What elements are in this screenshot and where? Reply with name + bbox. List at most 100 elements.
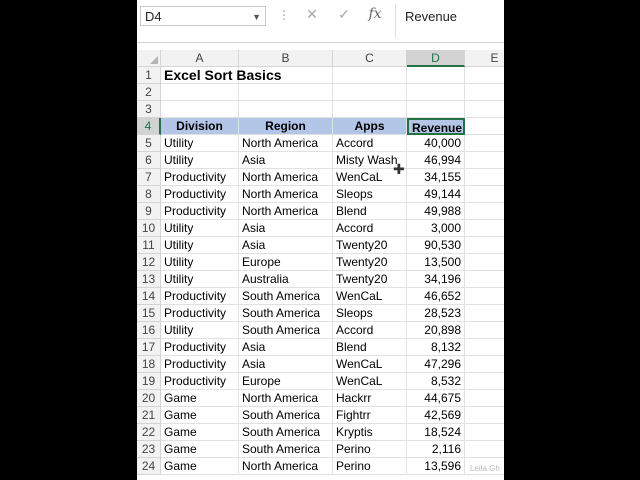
table-cell[interactable]: 20,898	[407, 322, 465, 339]
table-cell[interactable]: 46,994	[407, 152, 465, 169]
table-cell[interactable]: WenCaL	[333, 288, 407, 305]
empty-cell[interactable]	[465, 373, 504, 390]
row-header-4[interactable]: 4	[137, 118, 161, 135]
table-cell[interactable]: 13,500	[407, 254, 465, 271]
formula-input[interactable]: Revenue	[397, 6, 504, 40]
empty-cell[interactable]	[465, 135, 504, 152]
table-cell[interactable]: Productivity	[161, 339, 239, 356]
table-cell[interactable]: Productivity	[161, 203, 239, 220]
table-cell[interactable]: Productivity	[161, 169, 239, 186]
row-header-15[interactable]: 15	[137, 305, 161, 322]
table-cell[interactable]: Utility	[161, 220, 239, 237]
table-cell[interactable]: Asia	[239, 220, 333, 237]
table-cell[interactable]: Europe	[239, 373, 333, 390]
chevron-down-icon[interactable]: ▼	[252, 7, 261, 27]
row-header-14[interactable]: 14	[137, 288, 161, 305]
empty-cell[interactable]	[239, 84, 333, 101]
table-cell[interactable]: 2,116	[407, 441, 465, 458]
table-cell[interactable]: Europe	[239, 254, 333, 271]
table-cell[interactable]: Productivity	[161, 305, 239, 322]
table-cell[interactable]: Game	[161, 407, 239, 424]
table-cell[interactable]: 46,652	[407, 288, 465, 305]
table-cell[interactable]: Utility	[161, 322, 239, 339]
row-header-13[interactable]: 13	[137, 271, 161, 288]
table-cell[interactable]: Kryptis	[333, 424, 407, 441]
table-cell[interactable]: Asia	[239, 152, 333, 169]
table-cell[interactable]: 8,532	[407, 373, 465, 390]
table-cell[interactable]: 90,530	[407, 237, 465, 254]
table-cell[interactable]: South America	[239, 407, 333, 424]
column-header-c[interactable]: C	[333, 50, 407, 67]
empty-cell[interactable]	[465, 203, 504, 220]
empty-cell[interactable]	[407, 84, 465, 101]
table-header-cell[interactable]: Apps	[333, 118, 407, 135]
empty-cell[interactable]	[465, 288, 504, 305]
column-header-e[interactable]: E	[465, 50, 504, 67]
row-header-22[interactable]: 22	[137, 424, 161, 441]
cancel-icon[interactable]: ✕	[302, 6, 322, 23]
empty-cell[interactable]	[465, 271, 504, 288]
empty-cell[interactable]	[161, 84, 239, 101]
table-cell[interactable]: North America	[239, 203, 333, 220]
row-header-21[interactable]: 21	[137, 407, 161, 424]
table-cell[interactable]: South America	[239, 305, 333, 322]
table-cell[interactable]: South America	[239, 322, 333, 339]
table-cell[interactable]: Accord	[333, 322, 407, 339]
row-header-10[interactable]: 10	[137, 220, 161, 237]
table-cell[interactable]: North America	[239, 169, 333, 186]
table-cell[interactable]: Accord	[333, 135, 407, 152]
row-header-11[interactable]: 11	[137, 237, 161, 254]
row-header-6[interactable]: 6	[137, 152, 161, 169]
table-cell[interactable]: North America	[239, 186, 333, 203]
row-header-23[interactable]: 23	[137, 441, 161, 458]
empty-cell[interactable]	[465, 84, 504, 101]
table-cell[interactable]: Utility	[161, 254, 239, 271]
table-cell[interactable]: Productivity	[161, 373, 239, 390]
table-cell[interactable]: Productivity	[161, 186, 239, 203]
table-cell[interactable]: Hackrr	[333, 390, 407, 407]
row-header-3[interactable]: 3	[137, 101, 161, 118]
table-header-cell[interactable]: Division	[161, 118, 239, 135]
table-cell[interactable]: 49,144	[407, 186, 465, 203]
insert-function-icon[interactable]: fx	[365, 6, 385, 22]
table-cell[interactable]: Perino	[333, 458, 407, 475]
row-header-2[interactable]: 2	[137, 84, 161, 101]
empty-cell[interactable]	[465, 152, 504, 169]
empty-cell[interactable]	[465, 237, 504, 254]
empty-cell[interactable]	[333, 67, 407, 84]
empty-cell[interactable]	[465, 186, 504, 203]
empty-cell[interactable]	[465, 67, 504, 84]
column-header-d[interactable]: D	[407, 50, 465, 67]
column-header-a[interactable]: A	[161, 50, 239, 67]
empty-cell[interactable]	[333, 101, 407, 118]
empty-cell[interactable]	[333, 84, 407, 101]
row-header-8[interactable]: 8	[137, 186, 161, 203]
empty-cell[interactable]	[465, 169, 504, 186]
row-header-12[interactable]: 12	[137, 254, 161, 271]
empty-cell[interactable]	[465, 322, 504, 339]
row-header-5[interactable]: 5	[137, 135, 161, 152]
table-cell[interactable]: Fightrr	[333, 407, 407, 424]
table-cell[interactable]: Productivity	[161, 288, 239, 305]
row-header-9[interactable]: 9	[137, 203, 161, 220]
table-cell[interactable]: 42,569	[407, 407, 465, 424]
sheet-title[interactable]: Excel Sort Basics	[161, 67, 282, 84]
table-cell[interactable]: Twenty20	[333, 237, 407, 254]
row-header-17[interactable]: 17	[137, 339, 161, 356]
table-cell[interactable]: 34,196	[407, 271, 465, 288]
empty-cell[interactable]	[465, 305, 504, 322]
table-cell[interactable]: WenCaL	[333, 356, 407, 373]
select-all-corner[interactable]	[137, 50, 161, 67]
table-cell[interactable]: Blend	[333, 339, 407, 356]
table-cell[interactable]: Twenty20	[333, 271, 407, 288]
empty-cell[interactable]	[465, 118, 504, 135]
active-cell[interactable]: Revenue	[407, 118, 465, 135]
table-cell[interactable]: Perino	[333, 441, 407, 458]
table-cell[interactable]: Utility	[161, 152, 239, 169]
empty-cell[interactable]	[465, 390, 504, 407]
empty-cell[interactable]	[161, 101, 239, 118]
table-cell[interactable]: Game	[161, 458, 239, 475]
table-cell[interactable]: 3,000	[407, 220, 465, 237]
row-header-7[interactable]: 7	[137, 169, 161, 186]
table-cell[interactable]: Utility	[161, 237, 239, 254]
